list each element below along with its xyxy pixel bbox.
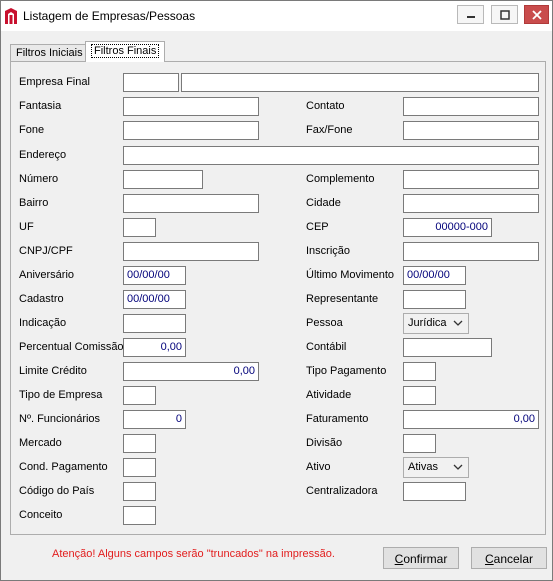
tipo-empresa-label: Tipo de Empresa [19, 389, 103, 401]
empresa-final-label: Empresa Final [19, 76, 90, 88]
fax-fone-input[interactable] [403, 121, 539, 140]
cadastro-label: Cadastro [19, 293, 64, 305]
codigo-pais-label: Código do País [19, 485, 95, 497]
cancelar-button[interactable]: Cancelar [471, 547, 547, 569]
fantasia-label: Fantasia [19, 100, 62, 112]
atividade-input[interactable] [403, 386, 436, 405]
endereco-input[interactable] [123, 146, 539, 165]
chevron-down-icon [453, 464, 463, 470]
indicacao-label: Indicação [19, 317, 67, 329]
numero-input[interactable] [123, 170, 203, 189]
complemento-input[interactable] [403, 170, 539, 189]
pessoa-label: Pessoa [306, 317, 343, 329]
window: Listagem de Empresas/Pessoas Filtros Ini… [0, 0, 553, 581]
tipo-pagamento-input[interactable] [403, 362, 436, 381]
tipo-pagamento-label: Tipo Pagamento [306, 365, 387, 377]
limite-credito-label: Limite Crédito [19, 365, 87, 377]
minimize-icon [466, 15, 475, 18]
codigo-pais-input[interactable] [123, 482, 156, 501]
atividade-label: Atividade [306, 389, 352, 401]
cond-pagamento-input[interactable] [123, 458, 156, 477]
faturamento-label: Faturamento [306, 413, 369, 425]
ultimo-movimento-input[interactable]: 00/00/00 [403, 266, 466, 285]
divisao-input[interactable] [403, 434, 436, 453]
divisao-label: Divisão [306, 437, 343, 449]
mercado-label: Mercado [19, 437, 62, 449]
tipo-empresa-input[interactable] [123, 386, 156, 405]
maximize-button[interactable] [491, 5, 518, 24]
cancelar-label: ancelar [493, 552, 534, 566]
cond-pagamento-label: Cond. Pagamento [19, 461, 108, 473]
numero-label: Número [19, 173, 59, 185]
minimize-button[interactable] [457, 5, 484, 24]
conceito-input[interactable] [123, 506, 156, 525]
mercado-input[interactable] [123, 434, 156, 453]
contabil-label: Contábil [306, 341, 347, 353]
ativo-selected-value: Ativas [408, 461, 438, 473]
fax-fone-label: Fax/Fone [306, 124, 353, 136]
close-icon [531, 9, 542, 20]
uf-label: UF [19, 221, 34, 233]
close-button[interactable] [524, 5, 549, 24]
empresa-final-code-input[interactable] [123, 73, 179, 92]
tab-filtros-iniciais[interactable]: Filtros Iniciais [10, 44, 89, 61]
cadastro-input[interactable]: 00/00/00 [123, 290, 186, 309]
representante-label: Representante [306, 293, 379, 305]
pessoa-select[interactable]: Jurídica [403, 313, 469, 334]
bairro-label: Bairro [19, 197, 49, 209]
indicacao-input[interactable] [123, 314, 186, 333]
aniversario-label: Aniversário [19, 269, 75, 281]
cnpj-cpf-label: CNPJ/CPF [19, 245, 73, 257]
contato-input[interactable] [403, 97, 539, 116]
inscricao-label: Inscrição [306, 245, 351, 257]
inscricao-input[interactable] [403, 242, 539, 261]
cidade-label: Cidade [306, 197, 341, 209]
complemento-label: Complemento [306, 173, 375, 185]
contato-label: Contato [306, 100, 345, 112]
cidade-input[interactable] [403, 194, 539, 213]
conceito-label: Conceito [19, 509, 63, 521]
tab-filtros-finais[interactable]: Filtros Finais [85, 41, 166, 62]
title-bar[interactable]: Listagem de Empresas/Pessoas [1, 1, 552, 31]
ativo-select[interactable]: Ativas [403, 457, 469, 478]
fone-input[interactable] [123, 121, 259, 140]
maximize-icon [499, 9, 510, 20]
percentual-comissao-input[interactable]: 0,00 [123, 338, 186, 357]
tab-label: Filtros Finais [91, 44, 160, 58]
contabil-input[interactable] [403, 338, 492, 357]
truncation-warning: Atenção! Alguns campos serão "truncados"… [52, 548, 335, 560]
filtros-finais-panel: Empresa Final Fantasia Contato Fone Fax/… [10, 61, 546, 535]
centralizadora-input[interactable] [403, 482, 466, 501]
fone-label: Fone [19, 124, 45, 136]
ativo-label: Ativo [306, 461, 331, 473]
bairro-input[interactable] [123, 194, 259, 213]
confirmar-button[interactable]: Confirmar [383, 547, 459, 569]
cancelar-mnemonic: C [484, 552, 494, 566]
endereco-label: Endereço [19, 149, 67, 161]
app-logo-icon [4, 7, 18, 25]
limite-credito-input[interactable]: 0,00 [123, 362, 259, 381]
uf-input[interactable] [123, 218, 156, 237]
chevron-down-icon [453, 320, 463, 326]
confirmar-label: onfirmar [403, 552, 448, 566]
percentual-comissao-label: Percentual Comissão [19, 341, 124, 353]
cnpj-cpf-input[interactable] [123, 242, 259, 261]
faturamento-input[interactable]: 0,00 [403, 410, 539, 429]
centralizadora-label: Centralizadora [306, 485, 378, 497]
tab-label: Filtros Iniciais [16, 47, 83, 59]
cep-label: CEP [306, 221, 329, 233]
fantasia-input[interactable] [123, 97, 259, 116]
window-title: Listagem de Empresas/Pessoas [23, 9, 196, 23]
empresa-final-name-input[interactable] [181, 73, 539, 92]
ultimo-movimento-label: Último Movimento [306, 269, 395, 281]
cep-input[interactable]: 00000-000 [403, 218, 492, 237]
pessoa-selected-value: Jurídica [408, 317, 447, 329]
num-funcionarios-input[interactable]: 0 [123, 410, 186, 429]
num-funcionarios-label: Nº. Funcionários [19, 413, 101, 425]
representante-input[interactable] [403, 290, 466, 309]
aniversario-input[interactable]: 00/00/00 [123, 266, 186, 285]
